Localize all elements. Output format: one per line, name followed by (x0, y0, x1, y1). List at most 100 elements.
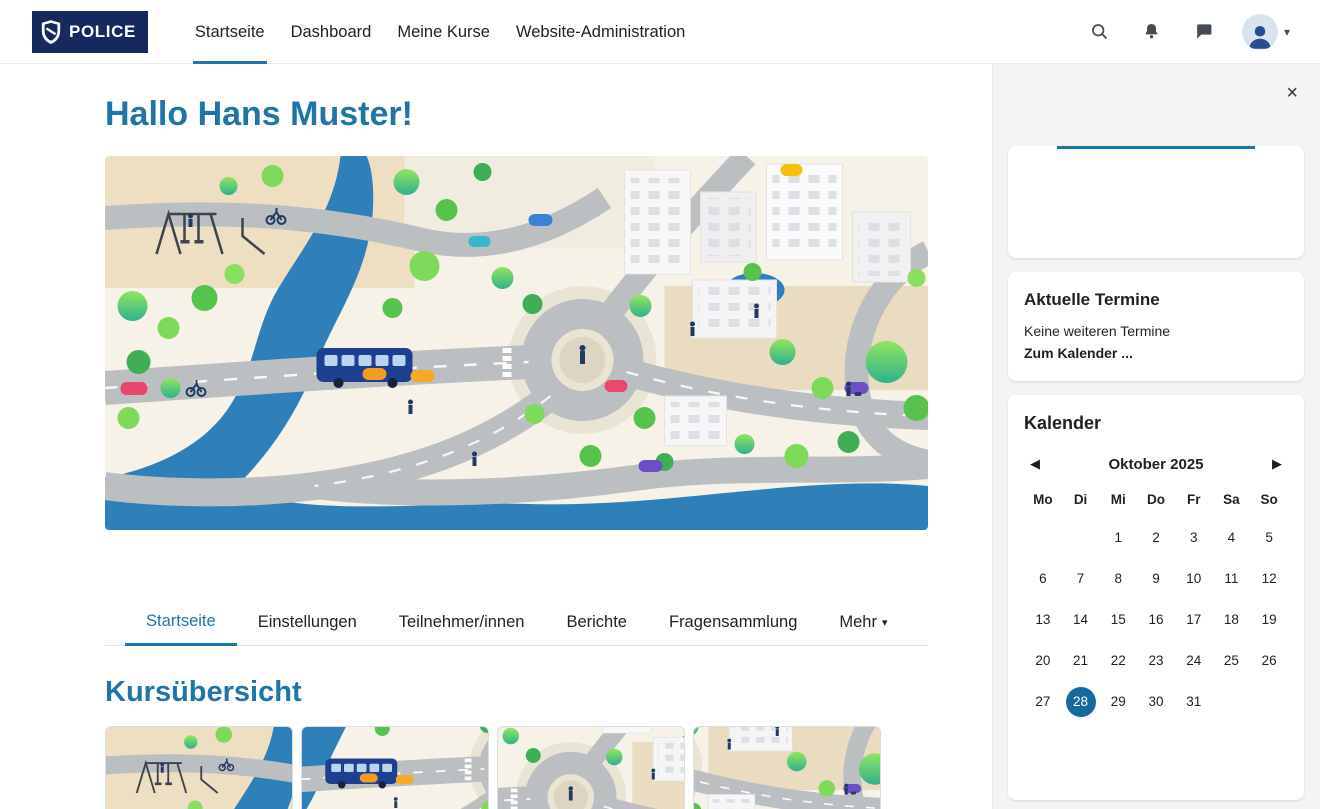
upcoming-events-block: Aktuelle Termine Keine weiteren Termine … (1008, 272, 1304, 381)
course-card[interactable] (693, 726, 881, 809)
tab-startseite[interactable]: Startseite (125, 600, 237, 646)
calendar-day-cell: 23 (1137, 640, 1175, 681)
calendar-day-cell: 20 (1024, 640, 1062, 681)
calendar-day[interactable]: 5 (1254, 523, 1284, 553)
calendar-day[interactable]: 15 (1103, 605, 1133, 635)
course-card[interactable] (301, 726, 489, 809)
course-card[interactable] (497, 726, 685, 809)
calendar-day-cell: 16 (1137, 599, 1175, 640)
calendar-day-selected[interactable]: 28 (1066, 687, 1096, 717)
events-block-title: Aktuelle Termine (1024, 290, 1288, 310)
calendar-day[interactable]: 19 (1254, 605, 1284, 635)
calendar-day[interactable]: 6 (1028, 564, 1058, 594)
calendar-day-cell: 4 (1213, 517, 1251, 558)
calendar-day[interactable]: 29 (1103, 687, 1133, 717)
calendar-day-cell: 5 (1250, 517, 1288, 558)
calendar-day-cell: 10 (1175, 558, 1213, 599)
tab-teilnehmer[interactable]: Teilnehmer/innen (378, 600, 546, 646)
calendar-day-cell: 24 (1175, 640, 1213, 681)
tab-einstellungen[interactable]: Einstellungen (237, 600, 378, 646)
calendar-weekday: Mo (1024, 484, 1062, 517)
page-title-greeting: Hallo Hans Muster! (105, 94, 928, 135)
calendar-day[interactable]: 2 (1141, 523, 1171, 553)
tab-mehr[interactable]: Mehr ▾ (818, 600, 908, 646)
calendar-weekday: So (1250, 484, 1288, 517)
calendar-day[interactable]: 20 (1028, 646, 1058, 676)
calendar-day[interactable]: 23 (1141, 646, 1171, 676)
calendar-day-cell: 19 (1250, 599, 1288, 640)
events-empty-text: Keine weiteren Termine (1024, 323, 1288, 339)
calendar-day[interactable]: 17 (1179, 605, 1209, 635)
calendar-day-cell: 11 (1213, 558, 1251, 599)
notifications-bell-icon[interactable] (1138, 18, 1166, 46)
calendar-day-cell: 9 (1137, 558, 1175, 599)
header-actions: ▾ (1086, 14, 1290, 50)
tab-berichte[interactable]: Berichte (545, 600, 648, 646)
calendar-day-cell: 27 (1024, 681, 1062, 722)
course-thumbnail (302, 727, 488, 809)
calendar-day[interactable]: 24 (1179, 646, 1209, 676)
calendar-weekday-header: MoDiMiDoFrSaSo (1024, 484, 1288, 517)
user-avatar-icon (1242, 14, 1278, 50)
messages-chat-icon[interactable] (1190, 18, 1218, 46)
calendar-weekday: Fr (1175, 484, 1213, 517)
search-icon[interactable] (1086, 18, 1114, 46)
city-illustration (105, 156, 928, 530)
police-logo-box: POLICE (32, 11, 148, 53)
user-menu[interactable]: ▾ (1242, 14, 1290, 50)
calendar-day-cell: 7 (1062, 558, 1100, 599)
calendar-day-cell: 3 (1175, 517, 1213, 558)
nav-item-startseite[interactable]: Startseite (182, 0, 278, 64)
calendar-weekday: Do (1137, 484, 1175, 517)
site-logo[interactable]: POLICE (32, 11, 148, 53)
calendar-day-cell: 21 (1062, 640, 1100, 681)
tab-fragensammlung[interactable]: Fragensammlung (648, 600, 818, 646)
close-drawer-icon[interactable]: × (1280, 74, 1304, 112)
calendar-day[interactable]: 11 (1216, 564, 1246, 594)
calendar-day[interactable]: 30 (1141, 687, 1171, 717)
nav-item-meine-kurse[interactable]: Meine Kurse (384, 0, 503, 64)
calendar-day[interactable]: 25 (1216, 646, 1246, 676)
calendar-day[interactable]: 8 (1103, 564, 1133, 594)
calendar-day[interactable]: 12 (1254, 564, 1284, 594)
nav-item-website-administration[interactable]: Website-Administration (503, 0, 698, 64)
calendar-day[interactable]: 3 (1179, 523, 1209, 553)
calendar-day[interactable]: 27 (1028, 687, 1058, 717)
calendar-month-label: Oktober 2025 (1108, 456, 1203, 473)
course-tabs: Startseite Einstellungen Teilnehmer/inne… (105, 600, 928, 646)
police-crest-icon (40, 19, 62, 45)
calendar-day-cell: 30 (1137, 681, 1175, 722)
course-card[interactable] (105, 726, 293, 809)
calendar-day[interactable]: 14 (1066, 605, 1096, 635)
calendar-day-cell: 22 (1099, 640, 1137, 681)
calendar-prev-month-icon[interactable]: ◀ (1026, 454, 1044, 474)
calendar-day-cell: 14 (1062, 599, 1100, 640)
calendar-day[interactable]: 21 (1066, 646, 1096, 676)
calendar-day[interactable]: 4 (1216, 523, 1246, 553)
calendar-day-cell: 31 (1175, 681, 1213, 722)
calendar-block: Kalender ◀ Oktober 2025 ▶ MoDiMiDoFrSaSo… (1008, 395, 1304, 800)
calendar-day[interactable]: 9 (1141, 564, 1171, 594)
calendar-day-cell: 25 (1213, 640, 1251, 681)
calendar-day[interactable]: 7 (1066, 564, 1096, 594)
main-content: Hallo Hans Muster! Startseite Einstellun… (0, 64, 992, 809)
course-thumbnail (694, 727, 880, 809)
chevron-down-icon: ▾ (882, 616, 888, 629)
calendar-next-month-icon[interactable]: ▶ (1268, 454, 1286, 474)
calendar-day[interactable]: 26 (1254, 646, 1284, 676)
go-to-calendar-link[interactable]: Zum Kalender ... (1024, 345, 1133, 361)
calendar-day[interactable]: 16 (1141, 605, 1171, 635)
calendar-month-nav: ◀ Oktober 2025 ▶ (1024, 454, 1288, 474)
calendar-day[interactable]: 10 (1179, 564, 1209, 594)
calendar-day-cell: 28 (1062, 681, 1100, 722)
calendar-block-title: Kalender (1024, 413, 1288, 434)
calendar-day[interactable]: 13 (1028, 605, 1058, 635)
calendar-day[interactable]: 22 (1103, 646, 1133, 676)
top-navbar: POLICE Startseite Dashboard Meine Kurse … (0, 0, 1320, 64)
nav-item-dashboard[interactable]: Dashboard (278, 0, 385, 64)
calendar-day-cell: 29 (1099, 681, 1137, 722)
calendar-day[interactable]: 31 (1179, 687, 1209, 717)
calendar-day[interactable]: 1 (1103, 523, 1133, 553)
calendar-day[interactable]: 18 (1216, 605, 1246, 635)
calendar-grid: 1234567891011121314151617181920212223242… (1024, 517, 1288, 722)
